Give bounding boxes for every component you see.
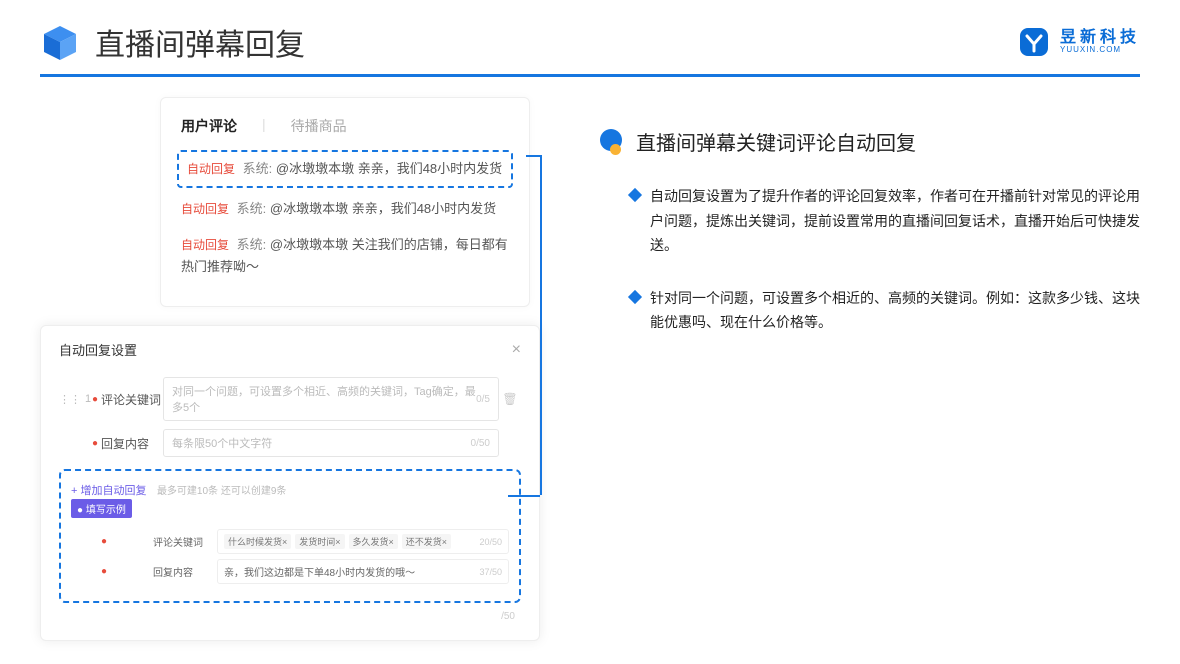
brand-icon [1016, 24, 1052, 60]
ex-keyword-input[interactable]: 什么时候发货× 发货时间× 多久发货× 还不发货× 20/50 [217, 529, 509, 554]
diamond-icon [628, 188, 642, 202]
drag-handle[interactable]: ⋮⋮ 1 [59, 393, 89, 406]
add-auto-reply-link[interactable]: + 增加自动回复 [71, 485, 146, 497]
auto-reply-tag: 自动回复 [181, 202, 229, 216]
content-counter: 0/50 [471, 438, 490, 449]
content-input[interactable]: 每条限50个中文字符 0/50 [163, 429, 499, 457]
bullet-item: 针对同一个问题，可设置多个相近的、高频的关键词。例如：这款多少钱、这块能优惠吗、… [600, 286, 1140, 335]
bottom-counter: /50 [59, 611, 521, 622]
comment-row-highlighted: 自动回复 系统: @冰墩墩本墩 亲亲，我们48小时内发货 [177, 150, 513, 188]
example-content-row: ● 回复内容 亲，我们这边都是下单48小时内发货的哦～ 37/50 [71, 559, 509, 584]
brand-logo: 昱新科技 YUUXIN.COM [1016, 24, 1140, 60]
keyword-input[interactable]: 对同一个问题，可设置多个相近、高频的关键词，Tag确定，最多5个 0/5 [163, 377, 499, 421]
diamond-icon [628, 289, 642, 303]
right-column: 直播间弹幕关键词评论自动回复 自动回复设置为了提升作者的评论回复效率，作者可在开… [600, 97, 1140, 641]
ex-kw-counter: 20/50 [479, 537, 502, 547]
required-dot: ● [89, 394, 101, 405]
auto-reply-tag: 自动回复 [181, 238, 229, 252]
ex-content-label: 回复内容 [153, 564, 217, 579]
page-header: 直播间弹幕回复 昱新科技 YUUXIN.COM [0, 0, 1180, 74]
close-icon[interactable]: × [512, 341, 521, 359]
tab-products[interactable]: 待播商品 [291, 116, 347, 136]
keyword-tag[interactable]: 多久发货× [349, 534, 398, 549]
comment-row: 自动回复 系统: @冰墩墩本墩 亲亲，我们48小时内发货 [181, 194, 509, 224]
keyword-label: 评论关键词 [101, 391, 163, 408]
example-badge: ● 填写示例 [71, 499, 132, 518]
ex-content-input[interactable]: 亲，我们这边都是下单48小时内发货的哦～ 37/50 [217, 559, 509, 584]
ex-content-counter: 37/50 [479, 567, 502, 577]
connector-line [526, 155, 540, 157]
brand-sub: YUUXIN.COM [1060, 46, 1140, 54]
comments-panel: 用户评论 | 待播商品 自动回复 系统: @冰墩墩本墩 亲亲，我们48小时内发货… [160, 97, 530, 307]
bullet-text: 针对同一个问题，可设置多个相近的、高频的关键词。例如：这款多少钱、这块能优惠吗、… [650, 286, 1140, 335]
tab-separator: | [262, 116, 266, 136]
auto-reply-settings-modal: 自动回复设置 × ⋮⋮ 1 ● 评论关键词 对同一个问题，可设置多个相近、高频的… [40, 325, 540, 641]
keyword-tag[interactable]: 发货时间× [295, 534, 344, 549]
example-keyword-row: ● 评论关键词 什么时候发货× 发货时间× 多久发货× 还不发货× 20/50 [71, 529, 509, 554]
system-prefix: 系统: [237, 201, 267, 216]
left-column: 用户评论 | 待播商品 自动回复 系统: @冰墩墩本墩 亲亲，我们48小时内发货… [40, 97, 550, 641]
tab-user-comments[interactable]: 用户评论 [181, 116, 237, 136]
comment-text: @冰墩墩本墩 关注我们的店铺，每日都有热门推荐呦～ [181, 237, 508, 274]
delete-icon[interactable]: 🗑 [499, 392, 521, 406]
cube-icon [40, 22, 80, 62]
header-divider [40, 74, 1140, 77]
add-sub-text: 最多可建10条 还可以创建9条 [157, 486, 286, 497]
content-label: 回复内容 [101, 435, 163, 452]
required-dot: ● [89, 438, 101, 449]
system-prefix: 系统: [237, 237, 267, 252]
ex-keyword-label: 评论关键词 [153, 534, 217, 549]
auto-reply-tag: 自动回复 [187, 162, 235, 176]
keyword-tag[interactable]: 还不发货× [402, 534, 451, 549]
bullet-text: 自动回复设置为了提升作者的评论回复效率，作者可在开播前针对常见的评论用户问题，提… [650, 184, 1140, 258]
section-header: 直播间弹幕关键词评论自动回复 [600, 127, 1140, 156]
comment-text: @冰墩墩本墩 亲亲，我们48小时内发货 [276, 161, 502, 176]
page-title: 直播间弹幕回复 [95, 20, 1016, 64]
comment-tabs: 用户评论 | 待播商品 [181, 116, 509, 136]
keyword-counter: 0/5 [476, 394, 490, 405]
content-form-row: ● 回复内容 每条限50个中文字符 0/50 [59, 429, 521, 457]
keyword-form-row: ⋮⋮ 1 ● 评论关键词 对同一个问题，可设置多个相近、高频的关键词，Tag确定… [59, 377, 521, 421]
settings-title: 自动回复设置 [59, 340, 137, 359]
comment-text: @冰墩墩本墩 亲亲，我们48小时内发货 [270, 201, 496, 216]
brand-name: 昱新科技 [1060, 30, 1140, 46]
system-prefix: 系统: [243, 161, 273, 176]
section-title: 直播间弹幕关键词评论自动回复 [636, 127, 916, 156]
example-block: + 增加自动回复 最多可建10条 还可以创建9条 ● 填写示例 ● 评论关键词 … [59, 469, 521, 603]
keyword-tag[interactable]: 什么时候发货× [224, 534, 291, 549]
bullet-item: 自动回复设置为了提升作者的评论回复效率，作者可在开播前针对常见的评论用户问题，提… [600, 184, 1140, 258]
connector-line [540, 155, 542, 495]
main-content: 用户评论 | 待播商品 自动回复 系统: @冰墩墩本墩 亲亲，我们48小时内发货… [0, 97, 1180, 641]
bubble-icon [600, 129, 626, 155]
comment-row: 自动回复 系统: @冰墩墩本墩 关注我们的店铺，每日都有热门推荐呦～ [181, 230, 509, 282]
